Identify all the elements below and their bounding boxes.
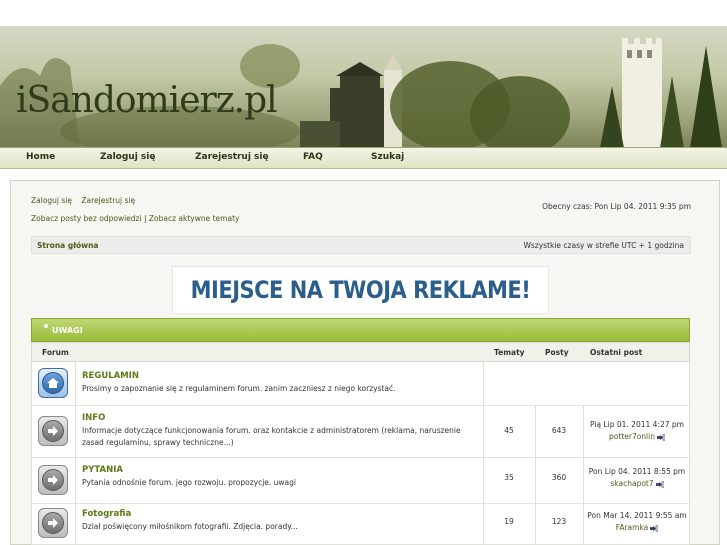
col-last-post: Ostatni post	[590, 348, 643, 357]
forum-description: Prosimy o zapoznanie się z regulaminem f…	[82, 384, 396, 393]
ad-text: MIEJSCE NA TWOJA REKLAME!	[190, 276, 531, 304]
col-topics: Tematy	[494, 348, 525, 357]
user-links: Zaloguj się Zarejestruj się	[31, 196, 142, 205]
col-forum: Forum	[42, 348, 69, 357]
header-banner: iSandomierz.pl	[0, 26, 727, 148]
forum-description: Informacje dotyczące funkcjonowania foru…	[82, 426, 461, 447]
last-post-date: Pią Lip 01. 2011 4:27 pm	[590, 420, 684, 429]
forum-row: INFO Informacje dotyczące funkcjonowania…	[31, 406, 690, 458]
forum-name[interactable]: INFO	[82, 413, 105, 423]
last-post-date: Pon Lip 04. 2011 8:55 pm	[588, 467, 686, 476]
topic-count: 19	[504, 517, 514, 526]
active-topics-link[interactable]: Zobacz aktywne tematy	[149, 214, 240, 223]
last-post-date: Pon Mar 14. 2011 9:55 am	[587, 511, 687, 520]
login-link[interactable]: Zaloguj się	[31, 196, 72, 205]
arrow-right-icon	[38, 416, 68, 446]
nav-login[interactable]: Zaloguj się	[100, 152, 155, 162]
category-title[interactable]: UWAGI	[52, 326, 83, 335]
bullet-icon	[44, 324, 48, 328]
forum-row: PYTANIA Pytania odnośnie forum. jego roz…	[31, 458, 690, 504]
topic-count: 35	[504, 473, 514, 482]
forum-name[interactable]: REGULAMIN	[82, 371, 139, 381]
last-post-user[interactable]: FAramka	[616, 523, 649, 532]
view-latest-post-icon[interactable]	[655, 481, 664, 488]
arrow-right-icon	[38, 508, 68, 538]
last-post: Pon Lip 04. 2011 8:55 pm skachapot7	[587, 466, 687, 490]
unanswered-link[interactable]: Zobacz posty bez odpowiedzi	[31, 214, 142, 223]
ad-banner[interactable]: MIEJSCE NA TWOJA REKLAME!	[172, 266, 549, 314]
arrow-right-icon	[38, 465, 68, 495]
col-posts: Posty	[545, 348, 569, 357]
search-links: Zobacz posty bez odpowiedzi | Zobacz akt…	[31, 214, 239, 223]
category-header: UWAGI	[31, 318, 690, 342]
topic-count: 45	[504, 426, 514, 435]
post-count: 643	[551, 426, 567, 435]
home-icon	[38, 368, 68, 398]
breadcrumb-bar: Strona główna Wszystkie czasy w strefie …	[31, 236, 691, 254]
site-logo[interactable]: iSandomierz.pl	[16, 80, 278, 121]
nav-register[interactable]: Zarejestruj się	[195, 152, 269, 162]
forum-name[interactable]: Fotografia	[82, 509, 131, 519]
nav-faq[interactable]: FAQ	[303, 152, 323, 162]
register-link[interactable]: Zarejestruj się	[81, 196, 135, 205]
last-post: Pią Lip 01. 2011 4:27 pm potter7onlin	[587, 419, 687, 443]
breadcrumb-home[interactable]: Strona główna	[37, 241, 98, 250]
forum-description: Pytania odnośnie forum. jego rozwoju. pr…	[82, 478, 297, 487]
last-post: Pon Mar 14. 2011 9:55 am FAramka	[587, 510, 687, 534]
forum-name[interactable]: PYTANIA	[82, 465, 123, 475]
forum-row: REGULAMIN Prosimy o zapoznanie się z reg…	[31, 362, 690, 406]
column-headers: Forum Tematy Posty Ostatni post	[31, 342, 690, 362]
view-latest-post-icon[interactable]	[650, 525, 659, 532]
post-count: 360	[551, 473, 567, 482]
page: iSandomierz.pl Home Zaloguj się Zarejest…	[0, 0, 727, 545]
view-latest-post-icon[interactable]	[656, 434, 665, 441]
nav-search[interactable]: Szukaj	[371, 152, 404, 162]
current-time: Obecny czas: Pon Lip 04. 2011 9:35 pm	[542, 202, 691, 211]
post-count: 123	[551, 517, 567, 526]
last-post-user[interactable]: skachapot7	[610, 479, 653, 488]
forum-description: Dział poświęcony miłośnikom fotografii. …	[82, 522, 298, 531]
last-post-user[interactable]: potter7onlin	[609, 432, 655, 441]
link-separator: |	[143, 214, 147, 223]
timezone-info: Wszystkie czasy w strefie UTC + 1 godzin…	[523, 241, 684, 250]
forum-row: Fotografia Dział poświęcony miłośnikom f…	[31, 504, 690, 545]
main-nav: Home Zaloguj się Zarejestruj się FAQ Szu…	[0, 147, 727, 169]
nav-home[interactable]: Home	[26, 152, 55, 162]
